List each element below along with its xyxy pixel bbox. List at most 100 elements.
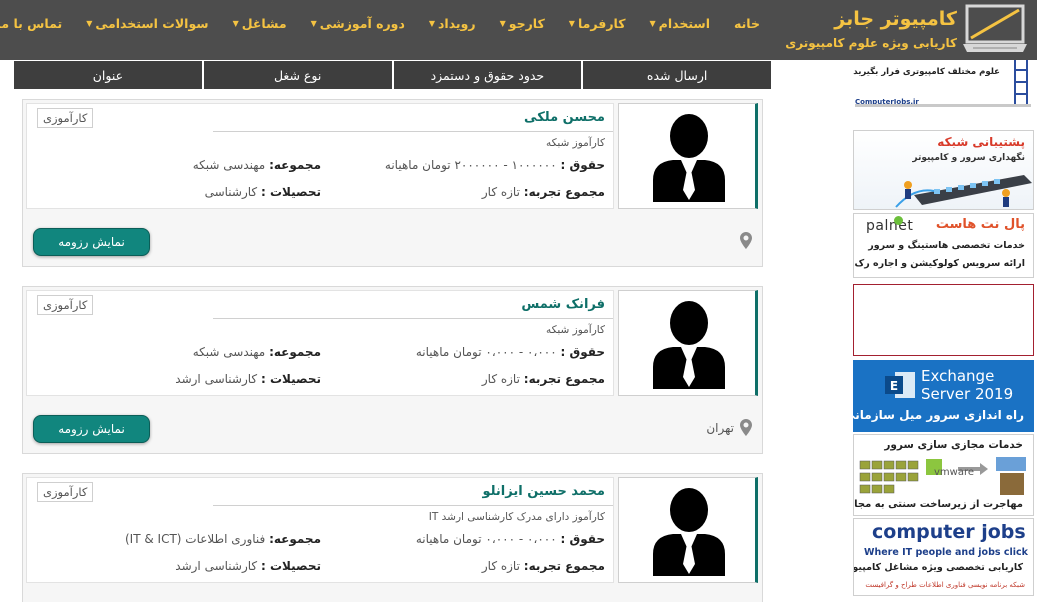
candidate-name[interactable]: فرانک شمس [522,297,606,312]
nav-jobs[interactable]: مشاغل ▼ [222,16,300,31]
list-header-tabs: ارسال شده حدود حقوق و دستمزد نوع شغل عنو… [15,61,772,89]
candidate-subtitle: کارآموز شبکه [546,324,606,336]
logo-title: کامپیوتر جابز [835,8,958,30]
nav-course[interactable]: دوره آموزشی ▼ [300,16,418,31]
tab-title[interactable]: عنوان [15,61,203,89]
ad-exchange-subtitle: راه اندازی سرور میل سازمانی [854,408,1025,422]
experience-label: مجموع تجربه: [524,559,606,573]
salary-value: ۰،۰۰۰ - ۰،۰۰۰ تومان ماهیانه [416,532,558,546]
ad-exchange-title1: Exchange [922,367,996,385]
education-label: تحصیلات : [261,559,322,573]
salary-label: حقوق : [561,158,606,172]
nav-home[interactable]: خانه [723,16,773,31]
laptop-icon [964,4,1028,52]
network-switch-icon [896,175,1033,208]
nav-event[interactable]: رویداد ▼ [418,16,489,31]
location-text: تهران [707,420,735,435]
ad-palnet-line2: ارائه سرویس کولوکیشن و اجاره رک [855,258,1026,269]
salary-label: حقوق : [561,345,606,359]
main-nav: خانه استخدام ▼ کارفرما ▼ کارجو ▼ رویداد ▼ دو… [0,0,773,46]
ad-palnet-line1: خدمات تخصصی هاستینگ و سرور [869,240,1026,251]
nav-questions[interactable]: سوالات استخدامی ▼ [75,16,221,31]
chevron-down-icon: ▼ [650,18,657,28]
ad-exchange-title2: Server 2019 [922,385,1015,403]
candidate-info: محمد حسین ایزانلو کارآموز دارای مدرک کار… [27,477,615,583]
candidate-group: مجموعه: مهندسی شبکه [194,158,322,172]
map-pin-icon [741,419,753,436]
site-header: کامپیوتر جابز کاریابی ویژه علوم کامپیوتر… [0,0,1038,60]
candidate-group: مجموعه: مهندسی شبکه [194,345,322,359]
candidate-subtitle: کارآموز شبکه [546,137,606,149]
candidate-group: مجموعه: فناوری اطلاعات (IT & ICT) [126,532,322,546]
ad-network-support[interactable]: پشتیبانی شبکه نگهداری سرور و کامپیوتر [854,130,1035,210]
ad-computerjobs-footer: شبکه برنامه نویسی فناوری اطلاعات طراح و … [866,581,1026,589]
ad-placeholder[interactable] [854,284,1035,356]
candidate-salary: حقوق : ۱۰۰۰۰۰۰ - ۲۰۰۰۰۰۰ تومان ماهیانه [386,158,606,172]
nav-jobseeker-label: کارجو [509,15,546,31]
experience-value: تازه کار [482,185,521,199]
candidate-name[interactable]: محمد حسین ایزانلو [483,484,606,499]
tab-job-type[interactable]: نوع شغل [204,61,393,89]
chevron-down-icon: ▼ [87,18,94,28]
nav-jobseeker[interactable]: کارجو ▼ [489,16,558,31]
experience-label: مجموع تجربه: [524,185,606,199]
experience-label: مجموع تجربه: [524,372,606,386]
candidate-location [735,232,753,249]
group-label: مجموعه: [270,345,322,359]
ad-computerjobs-tagline: Where IT people and jobs click [865,547,1029,558]
ad-palnet[interactable]: palnet پال نت هاست خدمات تخصصی هاستینگ و… [854,213,1035,278]
ad-computerjobs-brand: computer jobs [873,521,1027,543]
chevron-down-icon: ▼ [311,18,318,28]
nav-questions-label: سوالات استخدامی [96,15,210,31]
exchange-logo-icon: E [886,372,916,398]
ad-vmware[interactable]: خدمات مجازی سازی سرور vmware مهاجرت از ز… [854,434,1035,516]
candidate-experience: مجموع تجربه: تازه کار [483,372,606,386]
site-logo[interactable]: کامپیوتر جابز کاریابی ویژه علوم کامپیوتر… [786,2,1032,58]
nav-employer[interactable]: کارفرما ▼ [558,16,639,31]
ad-palnet-brand: palnet [867,218,915,234]
show-resume-button[interactable]: نمایش رزومه [34,415,151,443]
ad-computerjobs-subtitle: کاریابی تخصصی ویژه مشاغل کامپیوتری [854,562,1024,573]
ad-vmware-subtitle: مهاجرت از زیرساخت سنتی به مجازی [854,499,1024,510]
group-value: فناوری اطلاعات (IT & ICT) [125,532,267,546]
nav-home-label: خانه [735,15,761,31]
ad-exchange[interactable]: E Exchange Server 2019 راه اندازی سرور م… [854,360,1035,432]
chevron-down-icon: ▼ [429,18,437,28]
chevron-down-icon: ▼ [233,18,240,28]
candidate-name[interactable]: محسن ملکی [525,110,606,125]
tab-salary-range[interactable]: حدود حقوق و دستمزد [394,61,583,89]
show-resume-button[interactable]: نمایش رزومه [34,228,151,256]
ad-vmware-brand: vmware [935,467,976,478]
candidate-info: محسن ملکی کارآموز شبکه حقوق : ۱۰۰۰۰۰۰ - … [27,103,615,209]
candidate-location: تهران [707,419,753,436]
salary-value: ۱۰۰۰۰۰۰ - ۲۰۰۰۰۰۰ تومان ماهیانه [385,158,558,172]
candidate-salary: حقوق : ۰،۰۰۰ - ۰،۰۰۰ تومان ماهیانه [417,345,606,359]
candidate-education: تحصیلات : کارشناسی ارشد [176,372,322,386]
salary-value: ۰،۰۰۰ - ۰،۰۰۰ تومان ماهیانه [416,345,558,359]
tab-sent[interactable]: ارسال شده [584,61,772,89]
candidate-photo [619,103,759,209]
status-badge: کارآموزی [38,108,95,128]
nav-employment-label: استخدام [659,15,712,31]
ad-network-title: پشتیبانی شبکه [938,135,1026,149]
candidate-card: محسن ملکی کارآموز شبکه حقوق : ۱۰۰۰۰۰۰ - … [23,99,764,267]
experience-value: تازه کار [482,372,521,386]
candidate-education: تحصیلات : کارشناسی [206,185,322,199]
candidate-photo [619,477,759,583]
ad-computerjobs[interactable]: computer jobs Where IT people and jobs c… [854,518,1035,596]
divider [214,505,614,506]
ad-computerjobs-top[interactable]: علوم مختلف کامپیوتری فرار بگیرید Compute… [854,60,1035,108]
ad-palnet-title: پال نت هاست [936,217,1026,232]
nav-event-label: رویداد [439,15,477,31]
salary-label: حقوق : [561,532,606,546]
group-value: مهندسی شبکه [193,158,267,172]
nav-course-label: دوره آموزشی [320,15,406,31]
candidate-salary: حقوق : ۰،۰۰۰ - ۰،۰۰۰ تومان ماهیانه [417,532,606,546]
chevron-down-icon: ▼ [500,18,507,28]
education-label: تحصیلات : [261,372,322,386]
experience-value: تازه کار [482,559,521,573]
ad-vmware-title: خدمات مجازی سازی سرور [885,439,1024,451]
nav-employment[interactable]: استخدام ▼ [639,16,724,31]
nav-contact[interactable]: تماس با ما▼ [0,16,75,31]
group-label: مجموعه: [270,532,322,546]
